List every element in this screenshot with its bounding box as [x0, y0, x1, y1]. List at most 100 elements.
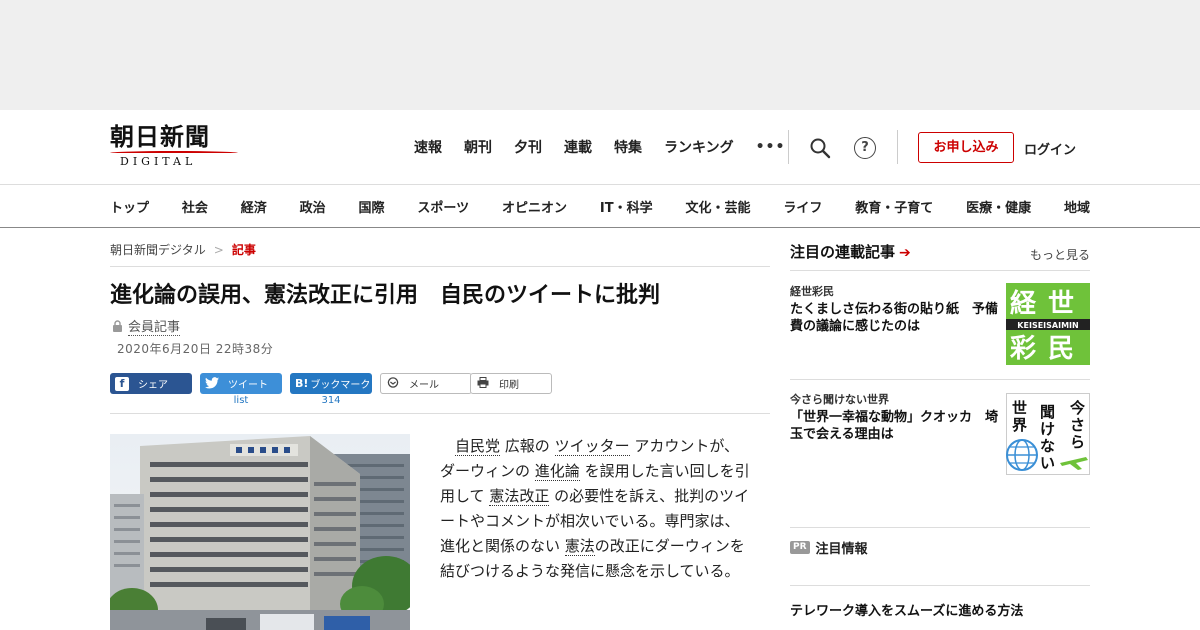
nav-item-series[interactable]: 連載 — [564, 137, 592, 157]
article-headline: 「世界一幸福な動物」クオッカ 埼玉で会える理由は — [790, 410, 999, 442]
twitter-share-label: ツイート — [228, 380, 268, 391]
thumb-char: 経 — [1010, 288, 1037, 319]
divider — [790, 379, 1090, 380]
thumb-char: 彩 — [1009, 334, 1036, 364]
subscribe-button[interactable]: お申し込み — [918, 132, 1014, 163]
arrow-right-icon[interactable]: ➔ — [899, 245, 911, 261]
asahi-logo[interactable]: 朝日新聞 DIGITAL — [110, 124, 242, 172]
thumb-char: 聞 — [1040, 403, 1055, 421]
keyword-link[interactable]: 憲法改正 — [489, 487, 550, 506]
article-headline: たくましさ伝わる街の貼り紙 予備費の議論に感じたのは — [790, 302, 999, 334]
keyword-link[interactable]: 憲法 — [564, 537, 595, 556]
category-politics[interactable]: 政治 — [300, 197, 326, 216]
pr-section-header: PR 注目情報 — [790, 538, 868, 557]
category-sports[interactable]: スポーツ — [417, 197, 469, 216]
main-nav: 速報 朝刊 夕刊 連載 特集 ランキング ••• — [414, 136, 785, 158]
more-menu-icon[interactable]: ••• — [756, 139, 786, 155]
twitter-icon — [205, 376, 219, 391]
hatena-count[interactable]: 314 — [290, 395, 372, 406]
lock-icon — [113, 320, 122, 332]
divider — [790, 527, 1090, 528]
header-divider — [897, 130, 898, 164]
category-local[interactable]: 地域 — [1064, 197, 1090, 216]
search-icon[interactable] — [808, 136, 832, 160]
keyword-link[interactable]: ツイッター — [554, 437, 630, 456]
imasara-kikenai-sekai-thumbnail: 今 さ ら 聞 け な い 世 界 — [1006, 393, 1090, 475]
divider — [790, 585, 1090, 586]
category-life[interactable]: ライフ — [783, 197, 822, 216]
article-title: 進化論の誤用、憲法改正に引用 自民のツイートに批判 — [110, 283, 661, 308]
help-icon[interactable]: ? — [854, 137, 876, 159]
printer-icon — [476, 376, 490, 391]
facebook-icon: f — [115, 376, 129, 391]
logo-japanese: 朝日新聞 — [110, 122, 210, 151]
pr-title: 注目情報 — [815, 542, 868, 557]
hatena-icon: B! — [295, 376, 309, 390]
article-photo-ldp-headquarters — [110, 434, 410, 630]
sidebar-title[interactable]: 注目の連載記事 — [790, 243, 895, 261]
twitter-share-button[interactable]: ツイート — [200, 373, 282, 394]
category-economy[interactable]: 経済 — [241, 197, 267, 216]
article-text: 広報の — [500, 437, 555, 455]
category-culture[interactable]: 文化・芸能 — [685, 197, 750, 216]
see-more-link[interactable]: もっと見る — [1030, 246, 1090, 263]
hatena-bookmark-button[interactable]: B! ブックマーク — [290, 373, 372, 394]
article-lead: 自民党 広報の ツイッター アカウントが、ダーウィンの 進化論 を誤用した言い回… — [440, 434, 750, 584]
thumb-char: 界 — [1012, 416, 1027, 434]
breadcrumb: 朝日新聞デジタル > 記事 — [110, 241, 256, 258]
thumb-char: け — [1040, 420, 1055, 438]
ad-banner-area — [0, 0, 1200, 110]
pr-badge: PR — [790, 541, 810, 554]
keyword-link[interactable]: 自民党 — [455, 437, 501, 456]
breadcrumb-home[interactable]: 朝日新聞デジタル — [110, 243, 206, 257]
hatena-bookmark-label: ブックマーク — [310, 380, 371, 391]
mail-icon — [386, 376, 400, 391]
category-international[interactable]: 国際 — [359, 197, 385, 216]
thumb-char: 世 — [1048, 289, 1074, 319]
category-nav: トップ 社会 経済 政治 国際 スポーツ オピニオン IT・科学 文化・芸能 ラ… — [0, 184, 1200, 228]
thumb-subtitle: KEISEISAIMIN — [1017, 321, 1078, 330]
category-education[interactable]: 教育・子育て — [855, 197, 933, 216]
nav-item-features[interactable]: 特集 — [614, 137, 642, 157]
category-opinion[interactable]: オピニオン — [502, 197, 567, 216]
nav-item-breaking[interactable]: 速報 — [414, 137, 442, 157]
logo-english: DIGITAL — [120, 155, 197, 168]
category-society[interactable]: 社会 — [182, 197, 208, 216]
header-divider — [788, 130, 789, 164]
sidebar-article[interactable]: 経世彩民 たくましさ伝わる街の貼り紙 予備費の議論に感じたのは 経 世 彩 民 … — [790, 283, 1090, 365]
keisei-saimin-thumbnail: 経 世 彩 民 KEISEISAIMIN — [1006, 283, 1090, 365]
publish-date: 2020年6月20日 22時38分 — [117, 342, 274, 356]
divider — [110, 413, 770, 414]
nav-item-morning[interactable]: 朝刊 — [464, 137, 492, 157]
nav-item-ranking[interactable]: ランキング — [664, 137, 734, 157]
divider — [110, 266, 770, 267]
category-top[interactable]: トップ — [110, 197, 149, 216]
thumb-char: 今 — [1069, 399, 1085, 417]
member-label: 会員記事 — [128, 316, 181, 336]
twitter-count[interactable]: list — [200, 395, 282, 406]
pr-article-headline[interactable]: テレワーク導入をスムーズに進める方法 — [790, 600, 1023, 619]
sidebar-header: 注目の連載記事 ➔ もっと見る — [790, 241, 1090, 271]
nav-item-evening[interactable]: 夕刊 — [514, 137, 542, 157]
thumb-char: さ — [1070, 416, 1085, 434]
thumb-char: な — [1040, 437, 1055, 455]
print-button[interactable]: 印刷 — [470, 373, 552, 394]
mail-share-label: メール — [409, 380, 439, 391]
thumb-char: ら — [1070, 433, 1085, 451]
print-label: 印刷 — [499, 380, 519, 391]
member-badge: 会員記事 — [112, 316, 181, 336]
thumb-char: 世 — [1012, 399, 1027, 417]
breadcrumb-separator: > — [213, 243, 224, 257]
sidebar-article[interactable]: 今さら聞けない 世界 「世界一幸福な動物」クオッカ 埼玉で会える理由は 今 さ ら… — [790, 391, 1090, 475]
facebook-share-label: シェア — [138, 380, 168, 391]
thumb-char: い — [1040, 454, 1055, 472]
keyword-link[interactable]: 進化論 — [534, 462, 580, 481]
site-header: 朝日新聞 DIGITAL 速報 朝刊 夕刊 連載 特集 ランキング ••• ? … — [0, 110, 1200, 184]
thumb-char: 民 — [1048, 334, 1074, 364]
facebook-share-button[interactable]: f シェア — [110, 373, 192, 394]
login-link[interactable]: ログイン — [1024, 139, 1076, 158]
mail-share-button[interactable]: メール — [380, 373, 472, 394]
category-it-science[interactable]: IT・科学 — [600, 197, 653, 216]
breadcrumb-current: 記事 — [231, 243, 256, 257]
category-health[interactable]: 医療・健康 — [966, 197, 1031, 216]
